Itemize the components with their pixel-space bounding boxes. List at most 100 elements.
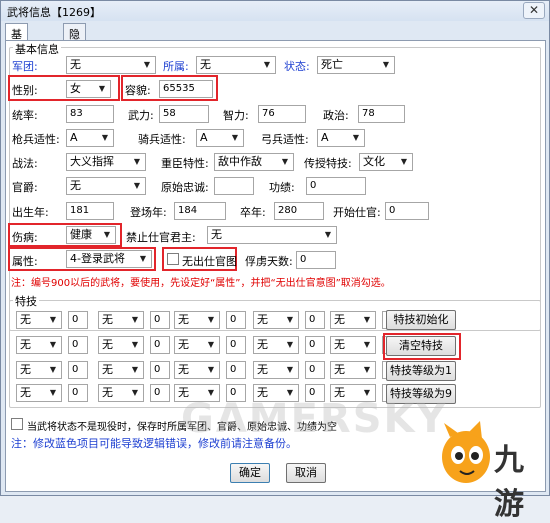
- serve-start-input[interactable]: 0: [385, 202, 429, 220]
- birth-year-input[interactable]: 181: [66, 202, 114, 220]
- skill-select[interactable]: 无 ▼: [330, 336, 376, 354]
- captive-days-input[interactable]: 0: [296, 251, 336, 269]
- skill-level-input[interactable]: 0: [150, 384, 170, 402]
- teach-skill-select[interactable]: 文化 ▼: [359, 153, 413, 171]
- forbid-lord-label: 禁止仕官君主:: [126, 231, 196, 244]
- skill-select[interactable]: 无 ▼: [174, 311, 220, 329]
- chevron-down-icon: ▼: [207, 365, 215, 374]
- no-serve-pic-checkbox[interactable]: [167, 253, 179, 265]
- forbid-lord-select[interactable]: 无 ▼: [207, 226, 337, 244]
- chevron-down-icon: ▼: [400, 157, 408, 166]
- tab-hidden-attrs[interactable]: 隐藏属性: [63, 23, 86, 89]
- skill-select[interactable]: 无 ▼: [253, 311, 299, 329]
- clear-on-save-checkbox[interactable]: [11, 418, 23, 430]
- skill-init-button[interactable]: 特技初始化: [386, 310, 456, 330]
- army-select[interactable]: 无 ▼: [66, 56, 156, 74]
- chevron-down-icon: ▼: [363, 340, 371, 349]
- skill-level-input[interactable]: 0: [305, 311, 325, 329]
- intelligence-input[interactable]: 76: [258, 105, 306, 123]
- skill-level-input[interactable]: 0: [150, 336, 170, 354]
- politics-input[interactable]: 78: [358, 105, 405, 123]
- attribute-select[interactable]: 4-登录武将 ▼: [66, 250, 152, 268]
- skill-level-input[interactable]: 0: [68, 311, 88, 329]
- chevron-down-icon: ▼: [133, 181, 141, 190]
- force-input[interactable]: 58: [159, 105, 209, 123]
- affiliation-select[interactable]: 无 ▼: [196, 56, 276, 74]
- cancel-button[interactable]: 取消: [286, 463, 326, 483]
- rank-label: 官爵:: [12, 181, 38, 194]
- chevron-down-icon: ▼: [131, 365, 139, 374]
- spear-aptitude-select[interactable]: A ▼: [66, 129, 114, 147]
- skill-select[interactable]: 无 ▼: [253, 336, 299, 354]
- bow-aptitude-select[interactable]: A ▼: [317, 129, 365, 147]
- chevron-down-icon: ▼: [363, 315, 371, 324]
- chevron-down-icon: ▼: [49, 340, 57, 349]
- chevron-down-icon: ▼: [382, 60, 390, 69]
- clear-skills-button[interactable]: 清空特技: [386, 336, 456, 356]
- chevron-down-icon: ▼: [207, 340, 215, 349]
- skill-select[interactable]: 无 ▼: [98, 384, 144, 402]
- ok-button[interactable]: 确定: [230, 463, 270, 483]
- cavalry-aptitude-select[interactable]: A ▼: [196, 129, 244, 147]
- skill-level-input[interactable]: 0: [68, 384, 88, 402]
- cavalry-aptitude-label: 骑兵适性:: [138, 133, 186, 146]
- loyalty-input[interactable]: [214, 177, 254, 195]
- rank-select[interactable]: 无 ▼: [66, 177, 146, 195]
- force-label: 武力:: [128, 109, 154, 122]
- skill-level-input[interactable]: 0: [68, 336, 88, 354]
- close-button[interactable]: ✕: [523, 2, 545, 19]
- politics-label: 政治:: [323, 109, 349, 122]
- dialog-window: 武将信息【1269】 ✕ 基本信息 隐藏属性 基本信息 军团: 无▼ 所属: 无…: [0, 0, 550, 522]
- chevron-down-icon: ▼: [231, 133, 239, 142]
- injury-select[interactable]: 健康 ▼: [66, 226, 116, 244]
- merit-input[interactable]: 0: [306, 177, 366, 195]
- appear-year-label: 登场年:: [130, 206, 167, 219]
- skill-select[interactable]: 无 ▼: [16, 384, 62, 402]
- skill-select[interactable]: 无 ▼: [98, 336, 144, 354]
- skill-level-input[interactable]: 0: [305, 361, 325, 379]
- skill-select[interactable]: 无 ▼: [16, 361, 62, 379]
- chevron-down-icon: ▼: [133, 157, 141, 166]
- captive-days-label: 俘虏天数:: [245, 255, 293, 268]
- skill-level-input[interactable]: 0: [150, 361, 170, 379]
- tactic-select[interactable]: 大义指挥 ▼: [66, 153, 146, 171]
- appear-year-input[interactable]: 184: [174, 202, 226, 220]
- skill-level-input[interactable]: 0: [226, 336, 246, 354]
- retainer-trait-select[interactable]: 敌中作敌 ▼: [214, 153, 294, 171]
- chevron-down-icon: ▼: [139, 254, 147, 263]
- chevron-down-icon: ▼: [103, 230, 111, 239]
- skill-level-input[interactable]: 0: [226, 361, 246, 379]
- chevron-down-icon: ▼: [286, 315, 294, 324]
- skill-select[interactable]: 无 ▼: [253, 361, 299, 379]
- skill-select[interactable]: 无 ▼: [174, 361, 220, 379]
- red-note: 注：编号900以后的武将，要使用，先设定好“属性”，并把“无出仕官意图”取消勾选…: [11, 278, 391, 289]
- skill-select[interactable]: 无 ▼: [98, 311, 144, 329]
- skill-level-input[interactable]: 0: [226, 311, 246, 329]
- jiuyou-logo: 九游: [438, 419, 548, 522]
- command-label: 统率:: [12, 109, 38, 122]
- skill-select[interactable]: 无 ▼: [330, 311, 376, 329]
- looks-input[interactable]: 65535: [159, 80, 213, 98]
- skill-select[interactable]: 无 ▼: [16, 336, 62, 354]
- skill-select[interactable]: 无 ▼: [330, 361, 376, 379]
- skill-level-1-button[interactable]: 特技等级为1: [386, 361, 456, 381]
- chevron-down-icon: ▼: [49, 315, 57, 324]
- skill-level-input[interactable]: 0: [305, 336, 325, 354]
- skill-select[interactable]: 无 ▼: [174, 336, 220, 354]
- command-input[interactable]: 83: [66, 105, 114, 123]
- chevron-down-icon: ▼: [49, 388, 57, 397]
- attribute-label: 属性:: [12, 255, 38, 268]
- skill-level-input[interactable]: 0: [68, 361, 88, 379]
- skill-select[interactable]: 无 ▼: [16, 311, 62, 329]
- gender-select[interactable]: 女 ▼: [66, 80, 111, 98]
- death-year-input[interactable]: 280: [274, 202, 324, 220]
- status-label: 状态:: [284, 60, 310, 73]
- chevron-down-icon: ▼: [281, 157, 289, 166]
- chevron-down-icon: ▼: [143, 60, 151, 69]
- status-select[interactable]: 死亡 ▼: [317, 56, 395, 74]
- skill-level-input[interactable]: 0: [150, 311, 170, 329]
- chevron-down-icon: ▼: [101, 133, 109, 142]
- army-label: 军团:: [12, 60, 38, 73]
- skill-select[interactable]: 无 ▼: [98, 361, 144, 379]
- tactic-label: 战法:: [12, 157, 38, 170]
